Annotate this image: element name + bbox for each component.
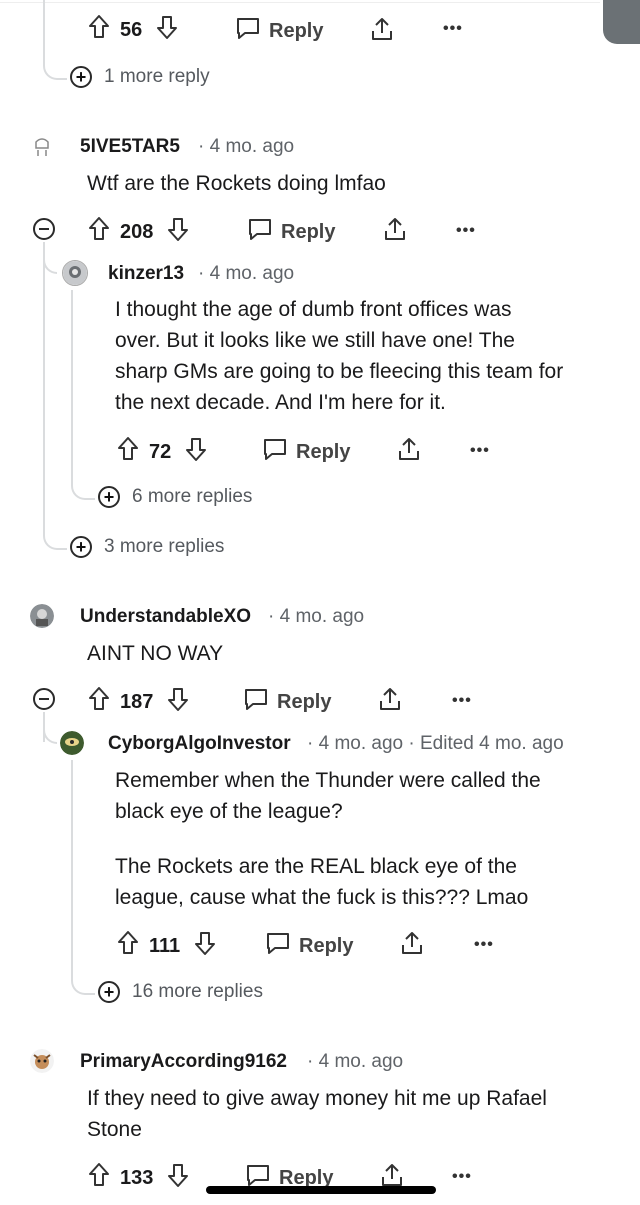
more-replies-link[interactable]: + 3 more replies: [70, 536, 224, 558]
top-divider: [0, 2, 600, 3]
timestamp: · 4 mo. ago: [198, 136, 295, 157]
more-replies-link[interactable]: + 16 more replies: [98, 981, 263, 1003]
timestamp: · 4 mo. ago: [268, 606, 365, 627]
downvote-icon[interactable]: [167, 1162, 189, 1194]
vote-count: 56: [120, 18, 143, 41]
avatar: [60, 731, 84, 755]
thread-line: [71, 760, 73, 975]
username[interactable]: 5IVE5TAR5: [80, 136, 180, 158]
username[interactable]: CyborgAlgoInvestor: [108, 733, 291, 755]
thread-elbow: [43, 252, 57, 274]
plus-icon: +: [70, 66, 92, 88]
more-options-icon[interactable]: •••: [470, 442, 490, 460]
vote-count: 111: [149, 934, 181, 957]
share-icon[interactable]: [400, 930, 424, 961]
upvote-icon[interactable]: [88, 216, 110, 248]
reply-button[interactable]: Reply: [262, 437, 350, 467]
share-icon[interactable]: [370, 16, 394, 47]
scroll-tab: [603, 0, 640, 44]
comment-icon: [243, 687, 269, 717]
comment-body: AINT NO WAY: [87, 642, 224, 665]
timestamp: · 4 mo. ago: [307, 1051, 404, 1072]
more-options-icon[interactable]: •••: [443, 20, 463, 38]
upvote-icon[interactable]: [117, 930, 139, 962]
more-replies-link[interactable]: + 1 more reply: [70, 66, 210, 88]
vote-count: 133: [120, 1166, 154, 1189]
vote-group: 111: [117, 930, 216, 962]
comment-icon: [235, 16, 261, 46]
username[interactable]: PrimaryAccording9162: [80, 1051, 287, 1073]
reply-button[interactable]: Reply: [265, 931, 353, 961]
vote-count: 72: [149, 440, 172, 463]
thread-elbow: [43, 722, 57, 744]
upvote-icon[interactable]: [88, 14, 110, 46]
username[interactable]: UnderstandableXO: [80, 606, 251, 628]
more-options-icon[interactable]: •••: [452, 1168, 472, 1186]
vote-group: 187: [88, 686, 189, 718]
share-icon[interactable]: [383, 216, 407, 247]
avatar: [30, 604, 54, 628]
timestamp: · 4 mo. ago · Edited 4 mo. ago: [307, 733, 564, 754]
comment-icon: [262, 437, 288, 467]
username[interactable]: kinzer13: [108, 263, 184, 285]
downvote-icon[interactable]: [194, 930, 216, 962]
vote-group: 56: [88, 14, 178, 46]
thread-elbow: [43, 50, 67, 80]
avatar: [30, 134, 54, 158]
comment-body: Wtf are the Rockets doing lmfao: [87, 172, 386, 195]
upvote-icon[interactable]: [88, 1162, 110, 1194]
home-indicator[interactable]: [206, 1186, 436, 1194]
more-options-icon[interactable]: •••: [452, 692, 472, 710]
avatar: [62, 260, 88, 286]
comment-icon: [265, 931, 291, 961]
share-icon[interactable]: [397, 436, 421, 467]
plus-icon: +: [98, 486, 120, 508]
more-options-icon[interactable]: •••: [474, 936, 494, 954]
thread-line: [43, 242, 45, 532]
downvote-icon[interactable]: [167, 686, 189, 718]
plus-icon: +: [98, 981, 120, 1003]
comment-body: If they need to give away money hit me u…: [87, 1087, 547, 1141]
more-replies-link[interactable]: + 6 more replies: [98, 486, 252, 508]
comment-body: I thought the age of dumb front offices …: [115, 298, 564, 414]
reply-button[interactable]: Reply: [247, 217, 335, 247]
share-icon[interactable]: [378, 686, 402, 717]
plus-icon: +: [70, 536, 92, 558]
thread-elbow: [43, 520, 67, 550]
timestamp: · 4 mo. ago: [198, 263, 295, 284]
downvote-icon[interactable]: [167, 216, 189, 248]
upvote-icon[interactable]: [88, 686, 110, 718]
reply-button[interactable]: Reply: [235, 16, 323, 46]
comment-body: Remember when the Thunder were called th…: [115, 769, 541, 909]
vote-count: 208: [120, 220, 154, 243]
thread-elbow: [71, 965, 95, 995]
comment-icon: [247, 217, 273, 247]
vote-group: 208: [88, 216, 189, 248]
vote-group: 72: [117, 436, 207, 468]
collapse-thread-icon[interactable]: [33, 688, 55, 710]
collapse-thread-icon[interactable]: [33, 218, 55, 240]
more-options-icon[interactable]: •••: [456, 222, 476, 240]
thread-elbow: [71, 470, 95, 500]
vote-group: 133: [88, 1162, 189, 1194]
vote-count: 187: [120, 690, 154, 713]
downvote-icon[interactable]: [185, 436, 207, 468]
reply-button[interactable]: Reply: [243, 687, 331, 717]
avatar: [30, 1049, 54, 1073]
thread-line: [71, 290, 73, 480]
upvote-icon[interactable]: [117, 436, 139, 468]
downvote-icon[interactable]: [156, 14, 178, 46]
